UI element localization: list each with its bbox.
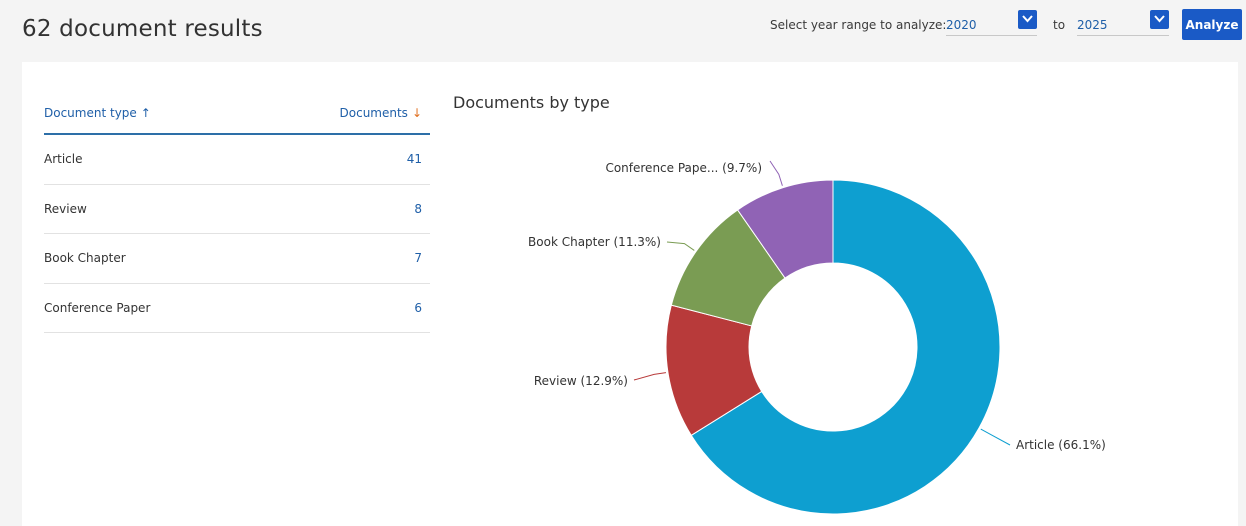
to-label: to <box>1053 18 1066 32</box>
leader-line <box>633 372 667 381</box>
leader-line <box>666 241 695 251</box>
leader-line <box>769 160 783 186</box>
chevron-down-icon[interactable] <box>1150 10 1169 29</box>
year-to-select[interactable]: 2025 <box>1077 10 1169 36</box>
chevron-down-icon[interactable] <box>1018 10 1037 29</box>
results-title: 62 document results <box>22 16 263 42</box>
documents-by-type-donut-chart: Article (66.1%) Review (12.9%) Book Chapte… <box>528 160 1106 515</box>
label-conference-paper: Conference Pape... (9.7%) <box>605 161 762 175</box>
label-article: Article (66.1%) <box>1016 438 1106 452</box>
label-book-chapter: Book Chapter (11.3%) <box>528 235 661 249</box>
analyze-button[interactable]: Analyze <box>1182 9 1242 40</box>
year-from-value: 2020 <box>946 18 977 32</box>
year-range-label: Select year range to analyze: <box>770 18 947 32</box>
year-to-value: 2025 <box>1077 18 1108 32</box>
analysis-panel: Document type ↑ Documents ↓ Article 41 Rev… <box>22 62 1238 526</box>
year-from-select[interactable]: 2020 <box>946 10 1037 36</box>
leader-line <box>980 428 1011 446</box>
label-review: Review (12.9%) <box>534 374 628 388</box>
results-header: 62 document results Select year range to… <box>0 0 1246 62</box>
